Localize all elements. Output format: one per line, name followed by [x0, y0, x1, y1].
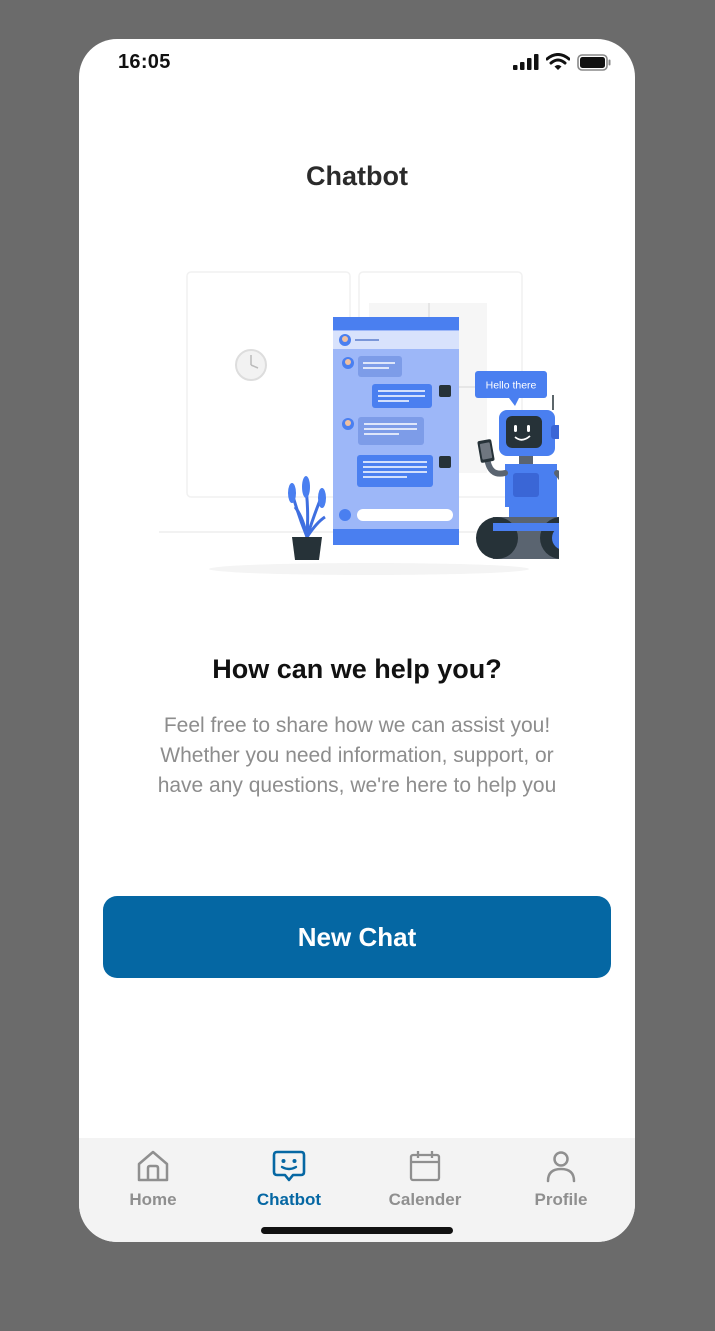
status-time: 16:05 — [118, 51, 171, 73]
status-icons — [513, 53, 611, 71]
home-indicator — [261, 1227, 453, 1234]
help-heading: How can we help you? — [212, 654, 502, 684]
new-chat-button[interactable]: New Chat — [103, 896, 611, 978]
tab-label: Profile — [534, 1190, 588, 1209]
status-bar: 16:05 — [79, 39, 635, 87]
page-title: Chatbot — [306, 161, 408, 191]
signal-icon — [513, 54, 539, 70]
phone-screen: 16:05 Chatbot Hello there How can we hel… — [79, 39, 635, 1242]
chatbot-illustration: Hello there — [159, 271, 559, 575]
calendar-icon — [409, 1151, 441, 1182]
chatbot-icon — [272, 1150, 306, 1182]
tab-calender[interactable]: Calender — [375, 1148, 475, 1218]
description-line: Feel free to share how we can assist you… — [163, 714, 551, 737]
profile-icon — [546, 1151, 576, 1183]
tab-label: Home — [129, 1190, 177, 1209]
wifi-icon — [546, 53, 570, 70]
tab-chatbot[interactable]: Chatbot — [239, 1148, 339, 1218]
description-line: Whether you need information, support, o… — [160, 744, 554, 767]
bottom-tab-bar: Home Chatbot Calender Profile — [79, 1138, 635, 1242]
home-icon — [137, 1150, 169, 1182]
speech-bubble-text: Hello there — [486, 380, 537, 392]
help-description: Feel free to share how we can assist you… — [129, 711, 585, 801]
description-line: have any questions, we're here to help y… — [157, 774, 557, 797]
battery-icon — [577, 53, 611, 71]
tab-label: Calender — [388, 1190, 462, 1209]
tab-home[interactable]: Home — [103, 1148, 203, 1218]
tab-profile[interactable]: Profile — [511, 1148, 611, 1218]
tab-label: Chatbot — [256, 1190, 322, 1209]
